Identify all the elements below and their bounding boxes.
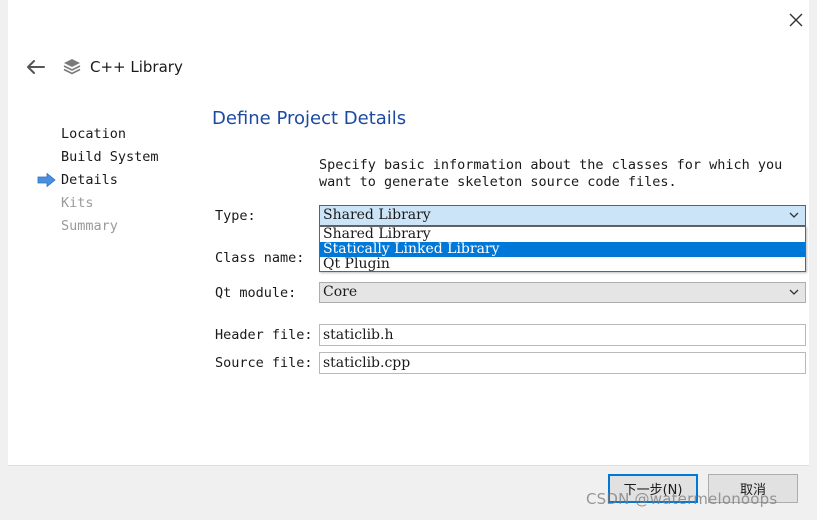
type-combobox[interactable]: Shared Library <box>319 205 806 226</box>
wizard-title: C++ Library <box>90 58 183 76</box>
step-summary: Summary <box>36 217 196 240</box>
stacked-layers-icon <box>63 59 81 75</box>
type-option-qt-plugin[interactable]: Qt Plugin <box>320 257 805 272</box>
type-option-shared-library[interactable]: Shared Library <box>320 227 805 242</box>
step-label: Location <box>61 126 127 142</box>
source-file-input[interactable]: staticlib.cpp <box>319 352 806 374</box>
header-file-input[interactable]: staticlib.h <box>319 324 806 346</box>
chevron-down-icon <box>789 212 799 218</box>
step-kits: Kits <box>36 194 196 217</box>
type-label: Type: <box>215 208 256 224</box>
step-label: Build System <box>61 149 159 165</box>
step-label: Details <box>61 172 118 188</box>
step-location: Location <box>36 125 196 148</box>
type-option-statically-linked-library[interactable]: Statically Linked Library <box>320 242 805 257</box>
page-title: Define Project Details <box>212 108 407 129</box>
watermark: CSDN @watermelonoops <box>586 490 778 508</box>
header-file-label: Header file: <box>215 327 313 343</box>
step-label: Kits <box>61 195 94 211</box>
class-name-label: Class name: <box>215 250 305 266</box>
qt-module-label: Qt module: <box>215 285 297 301</box>
qt-module-value: Core <box>323 284 358 300</box>
page-description: Specify basic information about the clas… <box>319 157 783 190</box>
qt-module-combobox[interactable]: Core <box>319 282 806 303</box>
wizard-steps: Location Build System Details Kits Summa… <box>36 125 196 240</box>
close-icon <box>789 13 803 27</box>
new-project-wizard-dialog: C++ Library Location Build System Detail… <box>0 0 817 520</box>
chevron-down-icon <box>789 289 799 295</box>
type-combobox-value: Shared Library <box>323 207 431 223</box>
type-dropdown-list: Shared Library Statically Linked Library… <box>319 226 806 272</box>
arrow-left-icon[interactable] <box>24 58 48 76</box>
current-step-arrow-icon <box>37 173 56 187</box>
step-build-system: Build System <box>36 148 196 171</box>
close-button[interactable] <box>784 8 808 32</box>
step-label: Summary <box>61 218 118 234</box>
source-file-label: Source file: <box>215 355 313 371</box>
step-details: Details <box>36 171 196 194</box>
